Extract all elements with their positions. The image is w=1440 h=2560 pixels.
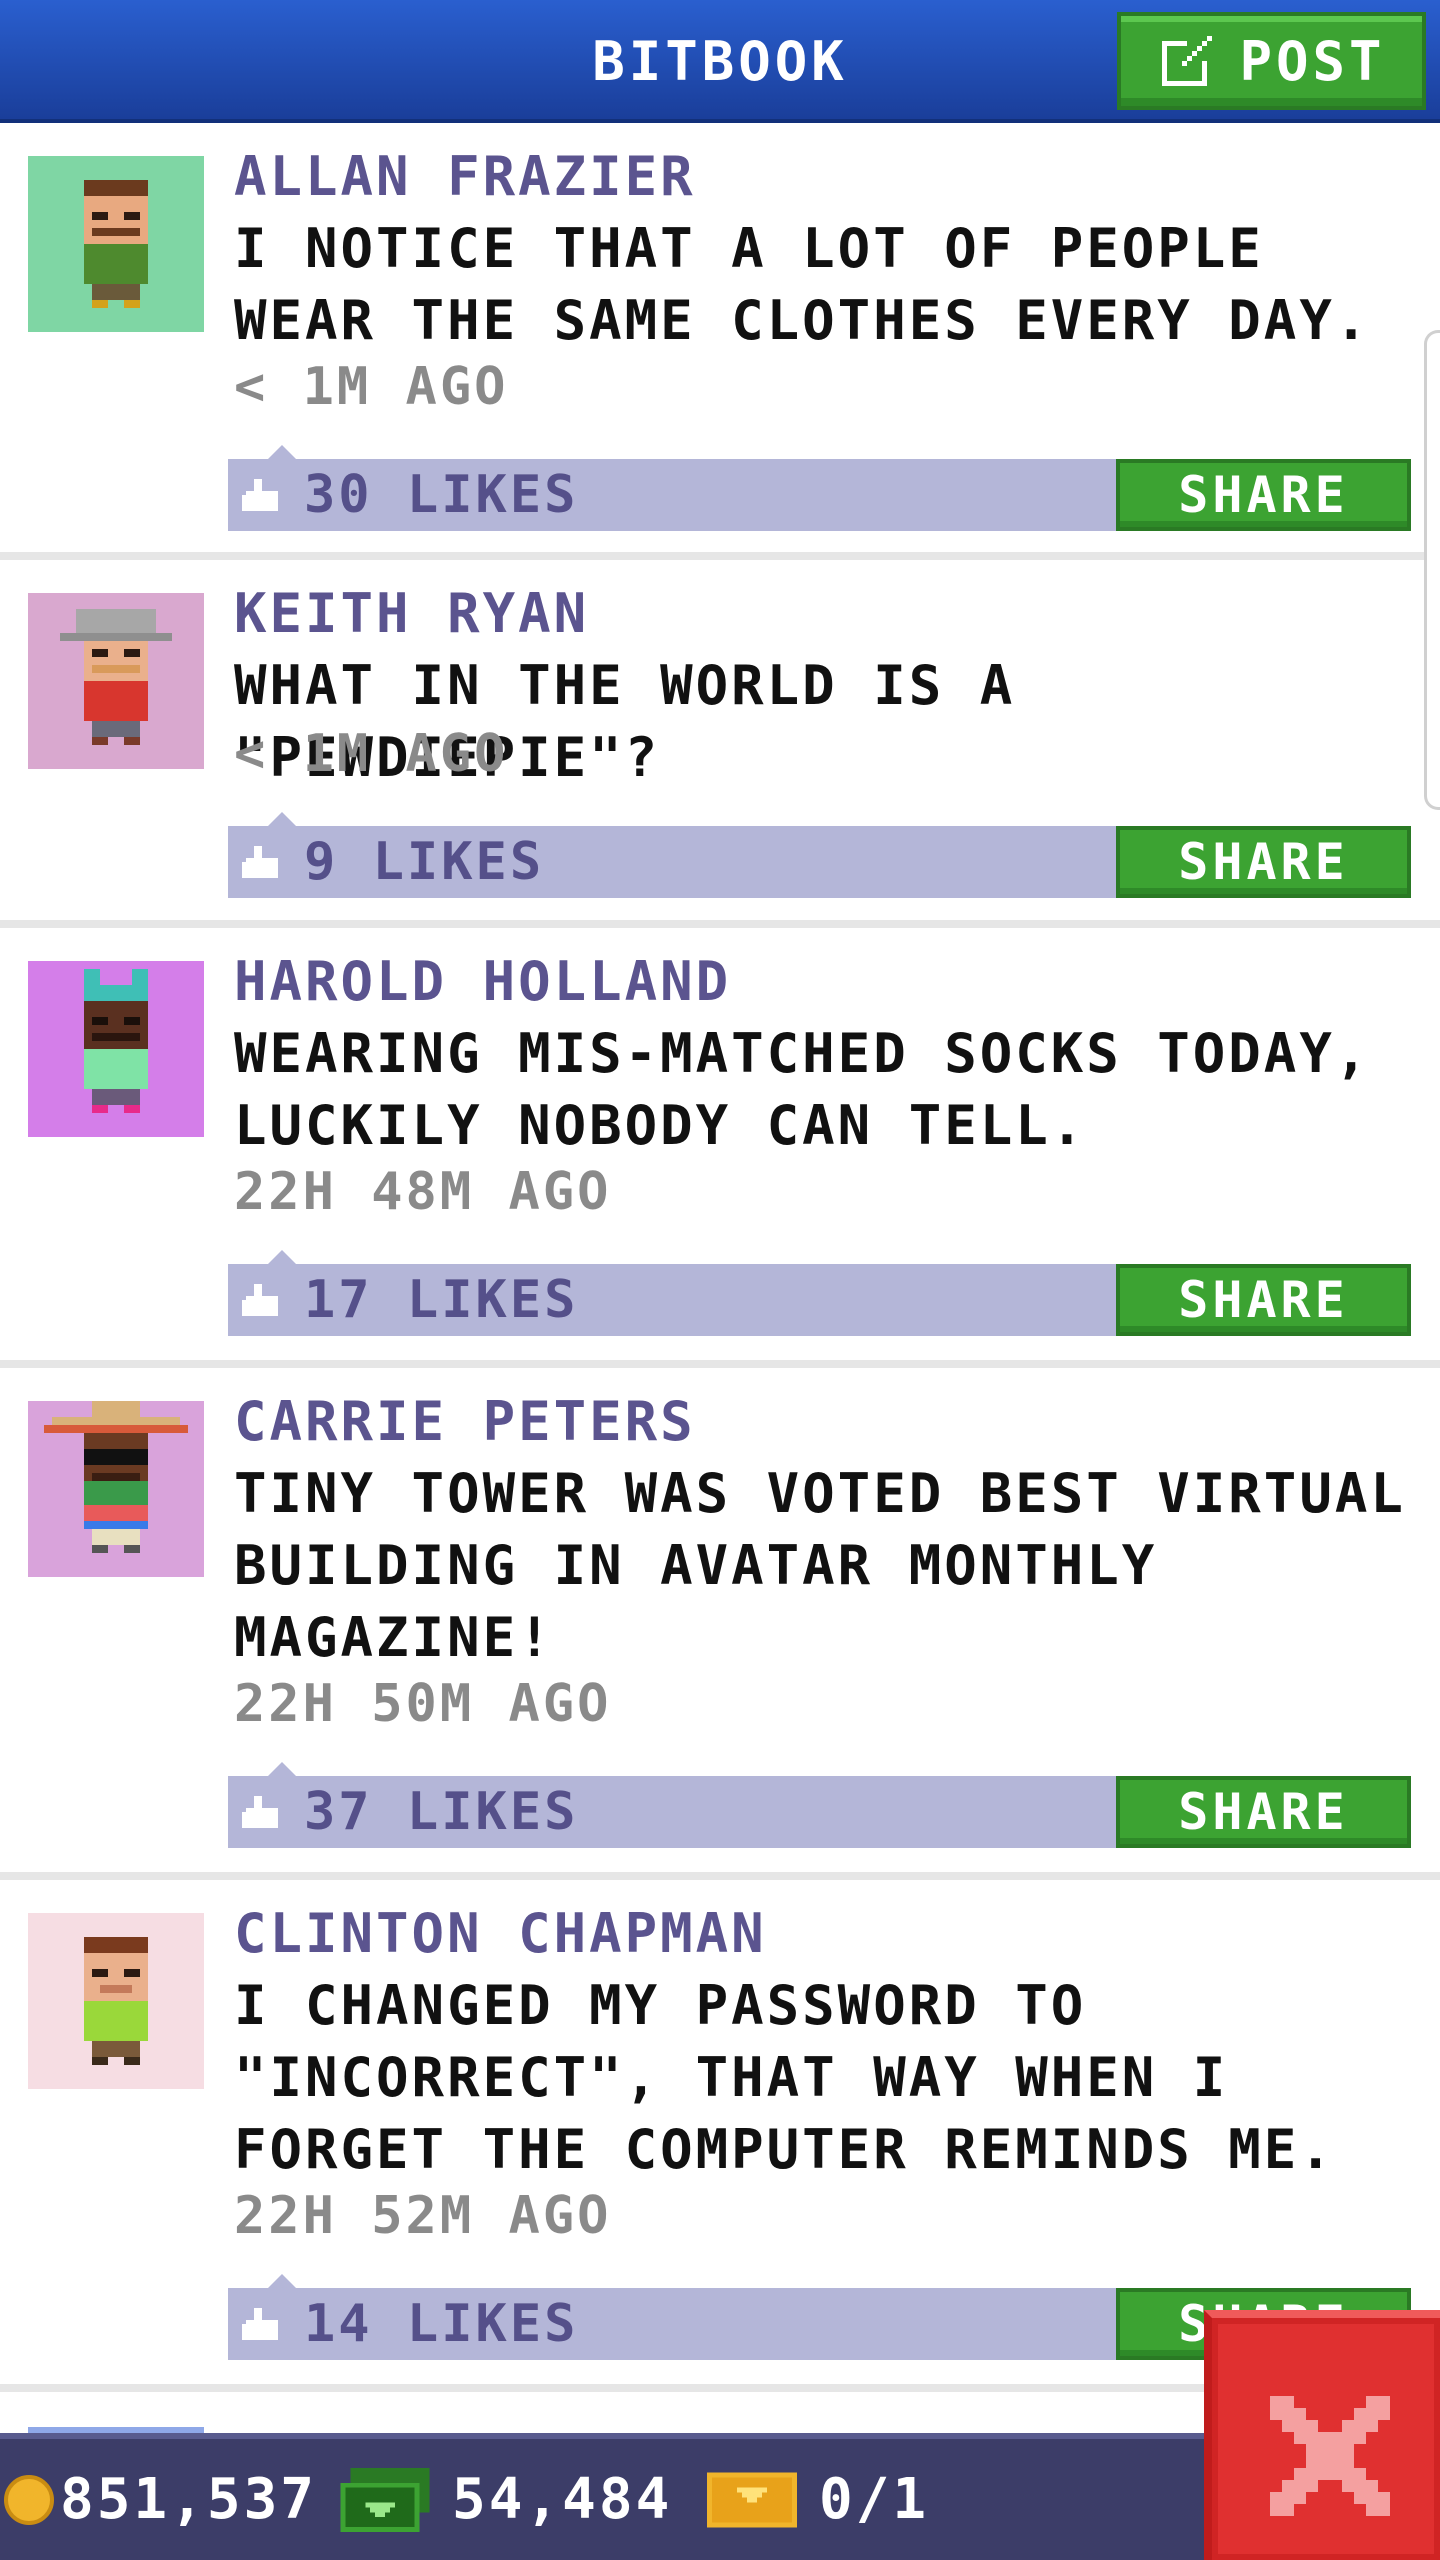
bux-icon [340, 2467, 430, 2532]
feed-post: ALLAN FRAZIER I NOTICE THAT A LOT OF PEO… [0, 123, 1440, 560]
post-button-label: POST [1239, 29, 1386, 93]
like-bar-notch [268, 2274, 296, 2288]
tickets-value: 0/1 [819, 2467, 930, 2532]
post-author[interactable]: CARRIE PETERS [234, 1390, 696, 1453]
header-bar: BITBOOK POST [0, 0, 1440, 123]
post-author[interactable]: CLINTON CHAPMAN [234, 1902, 767, 1965]
likes-count: 30 LIKES [304, 465, 579, 525]
post-author[interactable]: ALLAN FRAZIER [234, 145, 696, 208]
coins-value: 851,537 [60, 2467, 318, 2532]
avatar [28, 156, 204, 332]
post-timestamp: 22H 48M AGO [234, 1162, 612, 1222]
like-bar[interactable]: 9 LIKES SHARE [228, 812, 1411, 898]
avatar [28, 1401, 204, 1577]
thumbs-up-icon [242, 846, 278, 878]
post-message: WEARING MIS-MATCHED SOCKS TODAY, LUCKILY… [234, 1022, 1371, 1157]
bux-stat: 54,484 [340, 2439, 672, 2560]
avatar [28, 1913, 204, 2089]
share-button[interactable]: SHARE [1116, 459, 1411, 531]
feed-post: CARRIE PETERS TINY TOWER WAS VOTED BEST … [0, 1368, 1440, 1880]
like-bar-notch [268, 1250, 296, 1264]
post-message: I NOTICE THAT A LOT OF PEOPLE WEAR THE S… [234, 217, 1371, 352]
likes-count: 9 LIKES [304, 832, 545, 892]
like-bar[interactable]: 17 LIKES SHARE [228, 1250, 1411, 1336]
like-bar[interactable]: 37 LIKES SHARE [228, 1762, 1411, 1848]
avatar [28, 593, 204, 769]
like-bar[interactable]: 30 LIKES SHARE [228, 445, 1411, 531]
compose-icon [1162, 36, 1213, 86]
feed[interactable]: ALLAN FRAZIER I NOTICE THAT A LOT OF PEO… [0, 123, 1440, 2433]
post-button[interactable]: POST [1117, 12, 1426, 110]
thumbs-up-icon [242, 1284, 278, 1316]
likes-count: 37 LIKES [304, 1782, 579, 1842]
close-button[interactable] [1204, 2310, 1440, 2560]
like-bar-notch [268, 1762, 296, 1776]
post-timestamp: 22H 50M AGO [234, 1674, 612, 1734]
tickets-stat: 0/1 [707, 2439, 929, 2560]
scrollbar[interactable] [1424, 330, 1440, 810]
coin-icon [4, 2474, 54, 2525]
avatar [28, 961, 204, 1137]
golden-ticket-icon [707, 2472, 797, 2527]
likes-count: 14 LIKES [304, 2294, 579, 2354]
feed-post: KEITH RYAN WHAT IN THE WORLD IS A "PEWDI… [0, 560, 1440, 928]
post-author[interactable]: HAROLD HOLLAND [234, 950, 731, 1013]
feed-post: HAROLD HOLLAND WEARING MIS-MATCHED SOCKS… [0, 928, 1440, 1368]
coins-stat: 851,537 [4, 2439, 317, 2560]
thumbs-up-icon [242, 2308, 278, 2340]
post-timestamp: 22H 52M AGO [234, 2186, 612, 2246]
post-message: I CHANGED MY PASSWORD TO "INCORRECT", TH… [234, 1974, 1335, 2181]
share-button[interactable]: SHARE [1116, 826, 1411, 898]
like-bar-notch [268, 445, 296, 459]
likes-count: 17 LIKES [304, 1270, 579, 1330]
share-button[interactable]: SHARE [1116, 1776, 1411, 1848]
bux-value: 54,484 [452, 2467, 673, 2532]
post-message: TINY TOWER WAS VOTED BEST VIRTUAL BUILDI… [234, 1462, 1406, 1669]
like-bar-notch [268, 812, 296, 826]
close-icon [1270, 2396, 1390, 2516]
post-timestamp: < 1M AGO [234, 724, 509, 784]
post-timestamp: < 1M AGO [234, 357, 509, 417]
thumbs-up-icon [242, 479, 278, 511]
thumbs-up-icon [242, 1796, 278, 1828]
share-button[interactable]: SHARE [1116, 1264, 1411, 1336]
post-author[interactable]: KEITH RYAN [234, 582, 589, 645]
